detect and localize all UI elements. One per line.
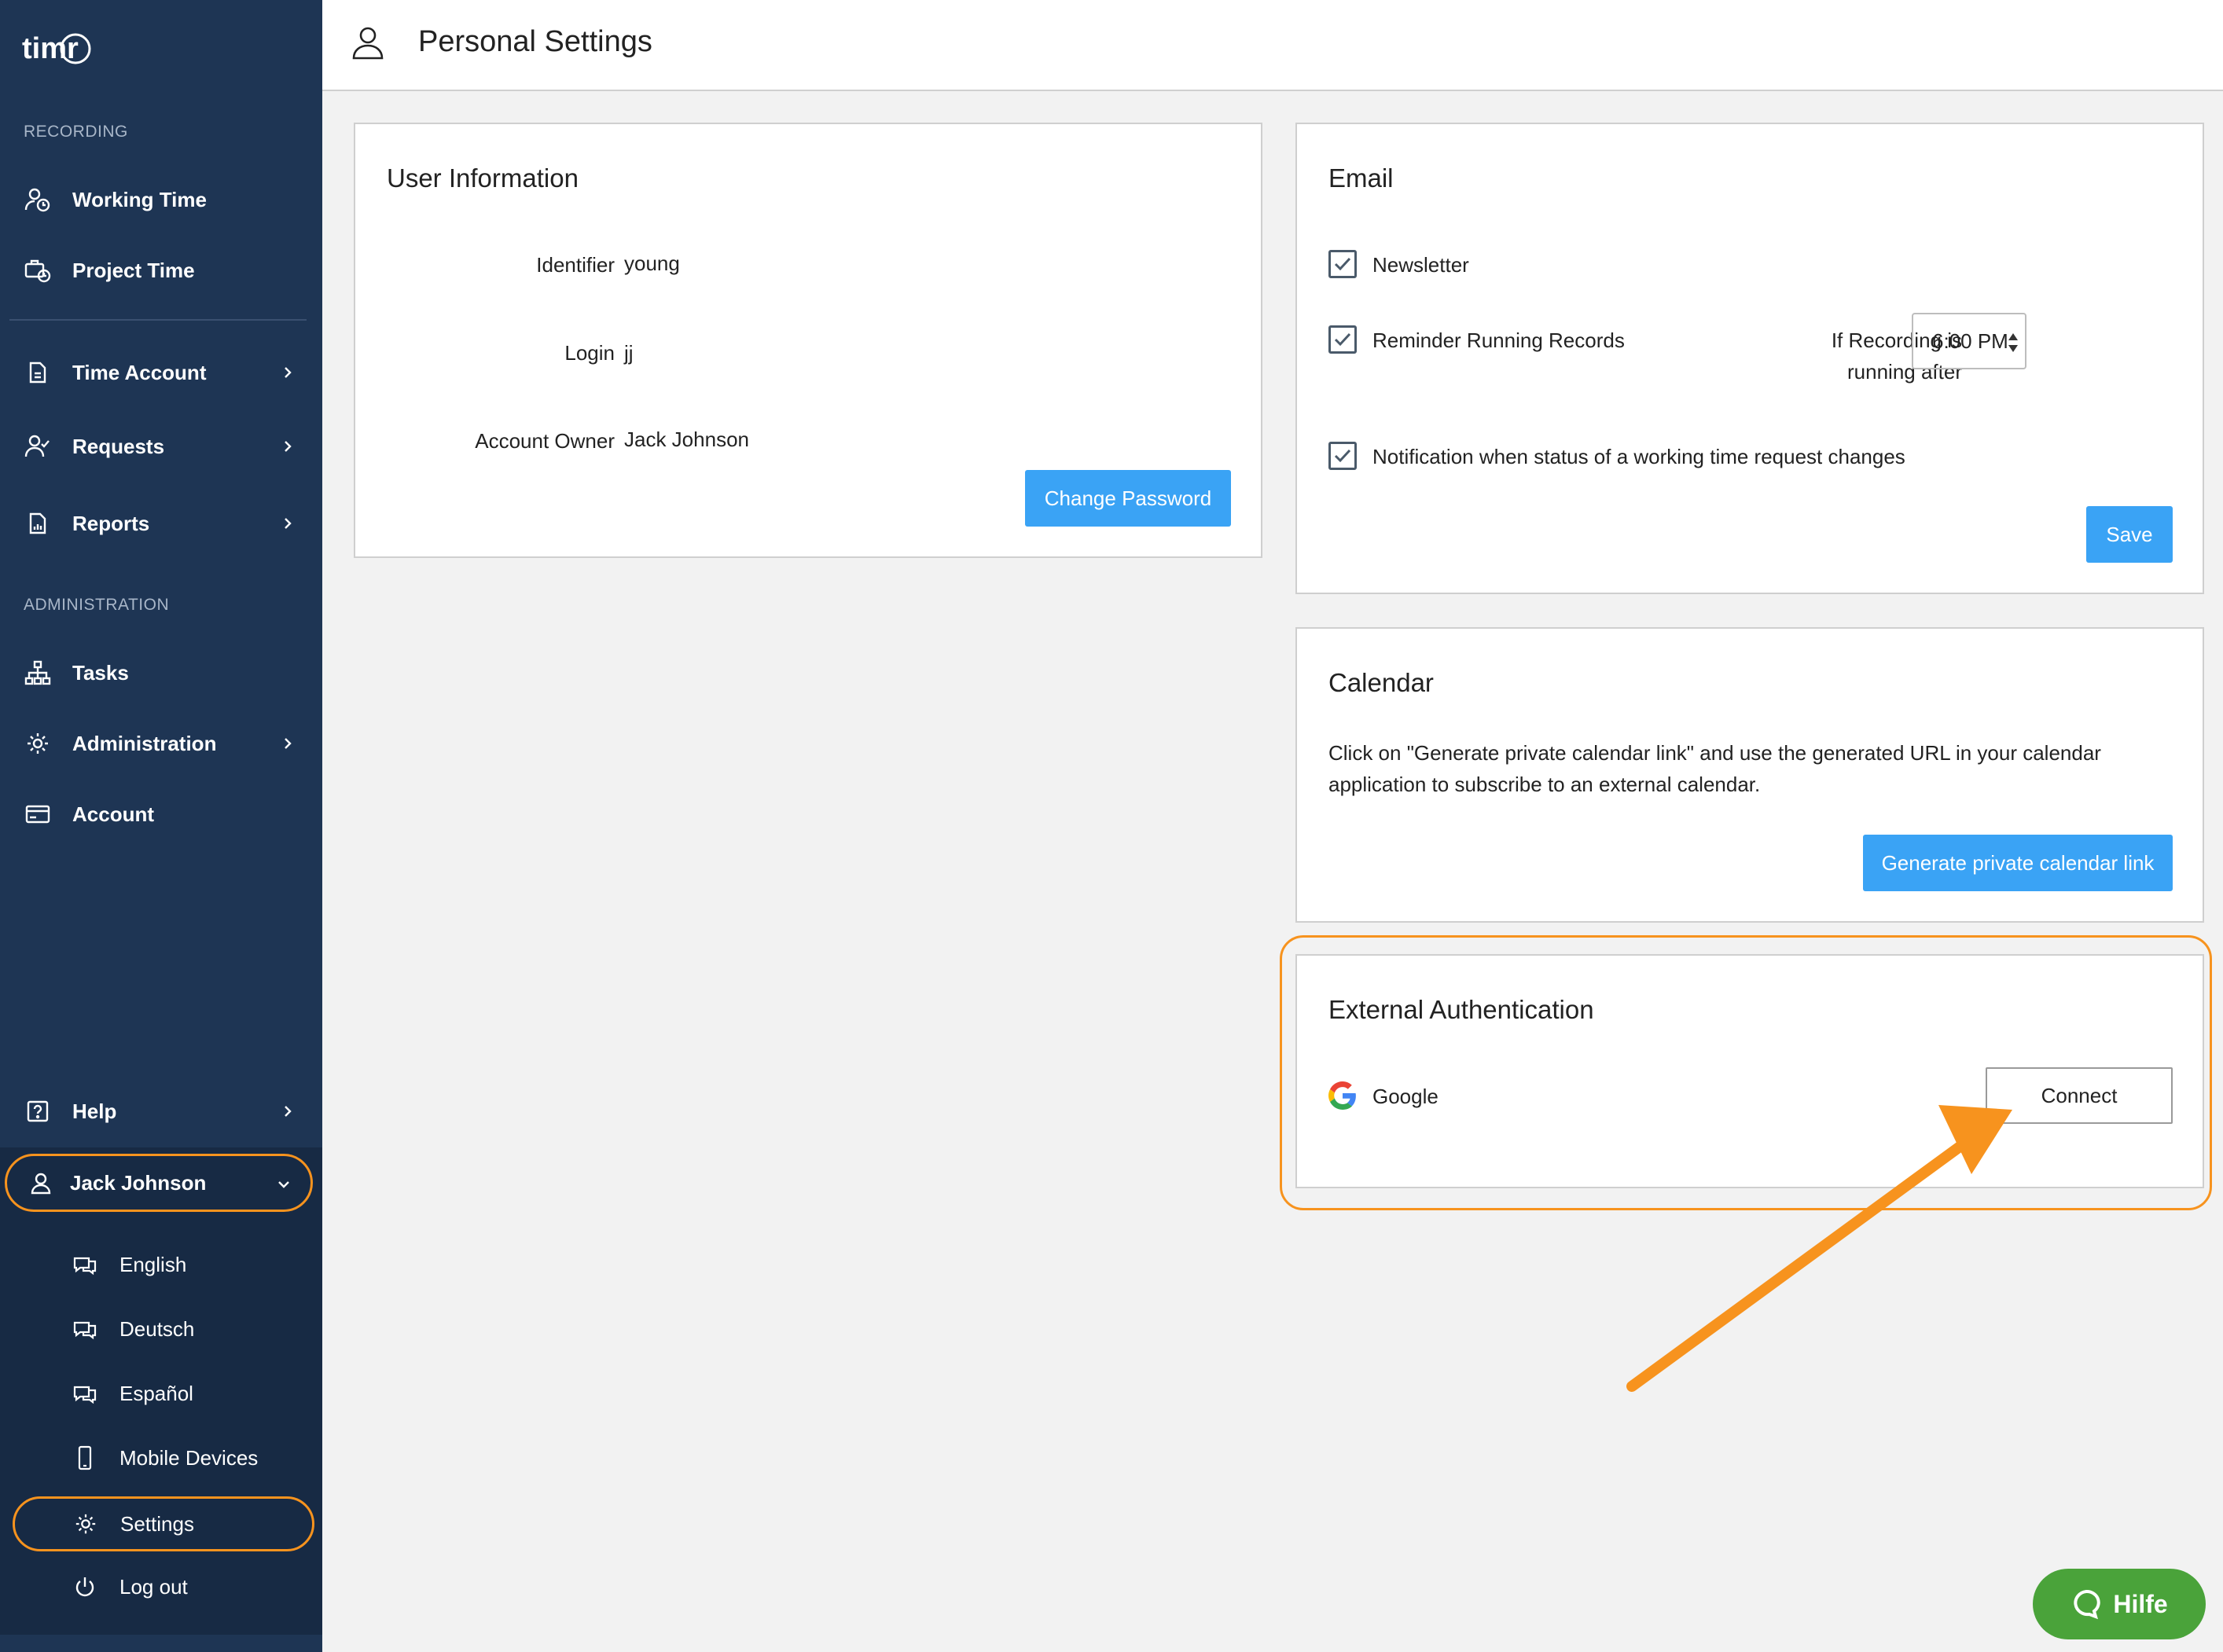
reminder-time-input[interactable]: 6:00 PM: [1912, 313, 2026, 369]
time-value: 6:00 PM: [1932, 329, 2008, 353]
sidebar-item-label: Account: [72, 802, 154, 826]
sidebar-item-label: Help: [72, 1099, 117, 1123]
document-icon: [22, 357, 53, 388]
email-card: Email Newsletter Reminder Running Record…: [1295, 123, 2204, 594]
user-menu-toggle[interactable]: Jack Johnson: [5, 1154, 313, 1212]
submenu-label: Log out: [119, 1574, 188, 1599]
chevron-right-icon: [285, 518, 292, 529]
user-check-icon: [22, 431, 53, 462]
newsletter-label: Newsletter: [1372, 253, 1469, 277]
phone-icon: [71, 1444, 99, 1472]
page-title: Personal Settings: [418, 25, 652, 58]
chevron-right-icon: [285, 441, 292, 452]
card-title: External Authentication: [1328, 995, 1594, 1024]
card-title: User Information: [387, 163, 579, 193]
check-icon: [1334, 449, 1351, 463]
notification-label: Notification when status of a working ti…: [1372, 445, 1905, 468]
section-label-recording: RECORDING: [24, 123, 128, 141]
hierarchy-icon: [22, 657, 53, 688]
submenu-label: Settings: [120, 1511, 194, 1536]
chevron-down-icon: [278, 1181, 289, 1188]
gear-icon: [72, 1510, 100, 1538]
gear-icon: [22, 728, 53, 759]
question-icon: [22, 1096, 53, 1127]
svg-text:timr: timr: [22, 32, 79, 65]
user-icon: [352, 27, 384, 60]
credit-card-icon: [22, 798, 53, 830]
login-label: Login: [564, 341, 615, 365]
spinner-arrows-icon[interactable]: [2008, 332, 2019, 354]
login-value: jj: [624, 341, 634, 365]
section-label-administration: ADMINISTRATION: [24, 596, 170, 614]
check-icon: [1334, 257, 1351, 271]
user-information-card: User Information Identifier young Login …: [354, 123, 1262, 558]
sidebar-item-label: Project Time: [72, 258, 195, 282]
submenu-label: Mobile Devices: [119, 1445, 259, 1470]
chat-icon: [71, 1250, 99, 1279]
generate-calendar-link-button[interactable]: Generate private calendar link: [1863, 835, 2173, 891]
check-icon: [1334, 332, 1351, 347]
submenu-label: Español: [119, 1381, 193, 1405]
calendar-card: Calendar Click on "Generate private cale…: [1295, 627, 2204, 923]
google-icon: [1328, 1081, 1356, 1110]
sidebar-item-requests[interactable]: Requests: [8, 418, 314, 475]
account-owner-value: Jack Johnson: [624, 428, 749, 451]
card-title: Email: [1328, 163, 1394, 193]
briefcase-clock-icon: [22, 255, 53, 286]
sidebar-item-help[interactable]: Help: [8, 1083, 314, 1140]
sidebar-item-label: Administration: [72, 731, 217, 755]
sidebar-divider: [9, 319, 307, 321]
report-icon: [22, 508, 53, 539]
identifier-value: young: [624, 251, 680, 275]
newsletter-checkbox[interactable]: [1328, 250, 1357, 278]
logout-item[interactable]: Log out: [13, 1559, 314, 1614]
sidebar-item-time-account[interactable]: Time Account: [8, 344, 314, 401]
pointer-arrow: [1626, 1105, 2012, 1392]
chevron-right-icon: [285, 1106, 292, 1117]
submenu-label: Deutsch: [119, 1316, 195, 1341]
calendar-description: Click on "Generate private calendar link…: [1328, 741, 2101, 796]
account-owner-label: Account Owner: [475, 429, 615, 453]
user-icon: [29, 1171, 53, 1195]
user-name: Jack Johnson: [70, 1170, 207, 1195]
sidebar-item-label: Working Time: [72, 187, 207, 211]
sidebar-item-project-time[interactable]: Project Time: [8, 242, 314, 299]
sidebar-item-administration[interactable]: Administration: [8, 715, 314, 772]
change-password-button[interactable]: Change Password: [1025, 470, 1231, 527]
sidebar-item-reports[interactable]: Reports: [8, 495, 314, 552]
reminder-label: Reminder Running Records: [1372, 329, 1625, 352]
sidebar-item-label: Time Account: [72, 360, 207, 384]
chat-icon: [71, 1315, 99, 1343]
settings-item[interactable]: Settings: [13, 1496, 314, 1551]
identifier-label: Identifier: [536, 253, 615, 277]
language-espanol[interactable]: Español: [13, 1366, 314, 1421]
sidebar-item-account[interactable]: Account: [8, 786, 314, 843]
chat-bubble-icon: [2074, 1590, 2101, 1620]
page-header: Personal Settings: [322, 0, 2223, 91]
sidebar-item-label: Tasks: [72, 660, 129, 685]
card-title: Calendar: [1328, 668, 1434, 697]
sidebar-item-working-time[interactable]: Working Time: [8, 171, 314, 228]
chevron-right-icon: [285, 738, 292, 749]
sidebar-item-label: Requests: [72, 434, 165, 458]
language-english[interactable]: English: [13, 1237, 314, 1292]
sidebar-bottom-strip: [0, 1635, 322, 1652]
help-label: Hilfe: [2113, 1589, 2168, 1618]
chat-icon: [71, 1379, 99, 1408]
notification-checkbox[interactable]: [1328, 442, 1357, 470]
save-button[interactable]: Save: [2086, 506, 2173, 563]
reminder-checkbox[interactable]: [1328, 325, 1357, 354]
google-label: Google: [1372, 1085, 1439, 1108]
chevron-right-icon: [285, 367, 292, 378]
sidebar-item-tasks[interactable]: Tasks: [8, 644, 314, 701]
sidebar-item-label: Reports: [72, 511, 150, 535]
power-icon: [71, 1573, 99, 1601]
help-chat-button[interactable]: Hilfe: [2033, 1569, 2206, 1639]
user-clock-icon: [22, 184, 53, 215]
timr-logo[interactable]: timr: [22, 27, 93, 69]
mobile-devices-item[interactable]: Mobile Devices: [13, 1430, 314, 1485]
submenu-label: English: [119, 1252, 187, 1276]
language-deutsch[interactable]: Deutsch: [13, 1301, 314, 1356]
